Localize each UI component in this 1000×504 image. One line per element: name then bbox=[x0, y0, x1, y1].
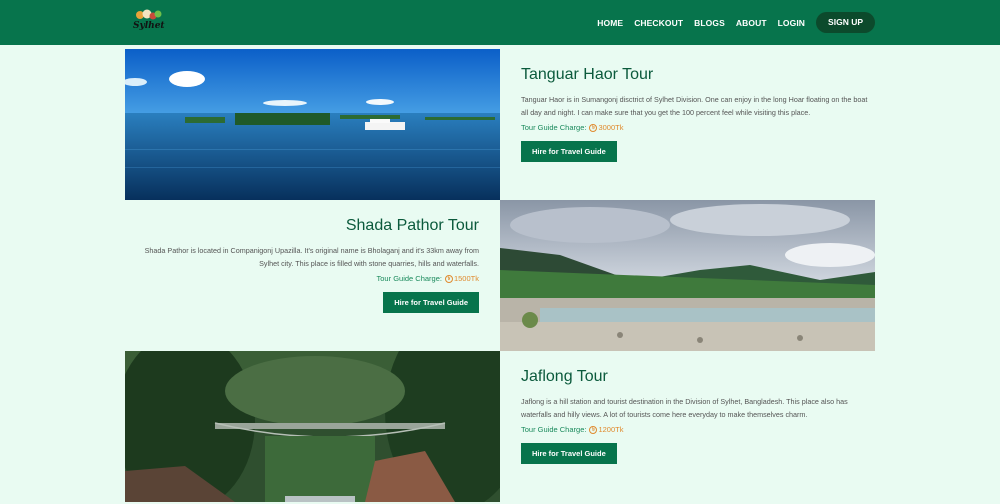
logo-text: Sylhet bbox=[133, 21, 165, 31]
hire-guide-button[interactable]: Hire for Travel Guide bbox=[383, 292, 479, 313]
taka-icon: ৳ bbox=[589, 123, 598, 132]
hire-guide-button[interactable]: Hire for Travel Guide bbox=[521, 443, 617, 464]
taka-icon: ৳ bbox=[589, 425, 598, 434]
tour-description: Tanguar Haor is in Sumangonj disctrict o… bbox=[521, 95, 868, 117]
signup-button[interactable]: SIGN UP bbox=[816, 12, 875, 33]
lake-boat-photo bbox=[125, 49, 500, 200]
charge-label: Tour Guide Charge: bbox=[376, 274, 442, 283]
tour-charge: Tour Guide Charge: ৳ 1500Tk bbox=[125, 274, 479, 283]
tour-card: Jaflong Tour Jaflong is a hill station a… bbox=[125, 351, 875, 502]
tour-price: 1500Tk bbox=[453, 274, 479, 283]
tour-charge: Tour Guide Charge: ৳ 1200Tk bbox=[521, 425, 875, 434]
tour-title: Tanguar Haor Tour bbox=[521, 66, 654, 83]
nav-login[interactable]: LOGIN bbox=[778, 18, 805, 28]
tour-info: Tanguar Haor Tour Tanguar Haor is in Sum… bbox=[500, 49, 875, 200]
tour-title: Jaflong Tour bbox=[521, 368, 608, 385]
tour-card: Shada Pathor Tour Shada Pathor is locate… bbox=[125, 200, 875, 351]
tour-info: Shada Pathor Tour Shada Pathor is locate… bbox=[125, 200, 500, 351]
nav-menu: HOME CHECKOUT BLOGS ABOUT LOGIN SIGN UP bbox=[586, 12, 875, 33]
tour-description: Shada Pathor is located in Companigonj U… bbox=[144, 246, 479, 268]
tour-charge: Tour Guide Charge: ৳ 3000Tk bbox=[521, 123, 875, 132]
nav-about[interactable]: ABOUT bbox=[736, 18, 767, 28]
tour-info: Jaflong Tour Jaflong is a hill station a… bbox=[500, 351, 875, 502]
tour-price: 3000Tk bbox=[598, 123, 624, 132]
logo-icon bbox=[136, 9, 162, 20]
suspension-bridge-forest-photo bbox=[125, 351, 500, 502]
tour-title: Shada Pathor Tour bbox=[345, 217, 479, 234]
tour-price: 1200Tk bbox=[598, 425, 624, 434]
taka-icon: ৳ bbox=[444, 274, 453, 283]
hire-guide-button[interactable]: Hire for Travel Guide bbox=[521, 141, 617, 162]
charge-label: Tour Guide Charge: bbox=[521, 123, 587, 132]
navbar: Sylhet HOME CHECKOUT BLOGS ABOUT LOGIN S… bbox=[0, 0, 1000, 45]
tour-description: Jaflong is a hill station and tourist de… bbox=[521, 397, 848, 419]
stone-river-hills-photo bbox=[500, 200, 875, 351]
tour-card: Tanguar Haor Tour Tanguar Haor is in Sum… bbox=[125, 49, 875, 200]
nav-checkout[interactable]: CHECKOUT bbox=[634, 18, 683, 28]
nav-blogs[interactable]: BLOGS bbox=[694, 18, 725, 28]
nav-home[interactable]: HOME bbox=[597, 18, 623, 28]
charge-label: Tour Guide Charge: bbox=[521, 425, 587, 434]
site-logo[interactable]: Sylhet bbox=[130, 8, 170, 36]
